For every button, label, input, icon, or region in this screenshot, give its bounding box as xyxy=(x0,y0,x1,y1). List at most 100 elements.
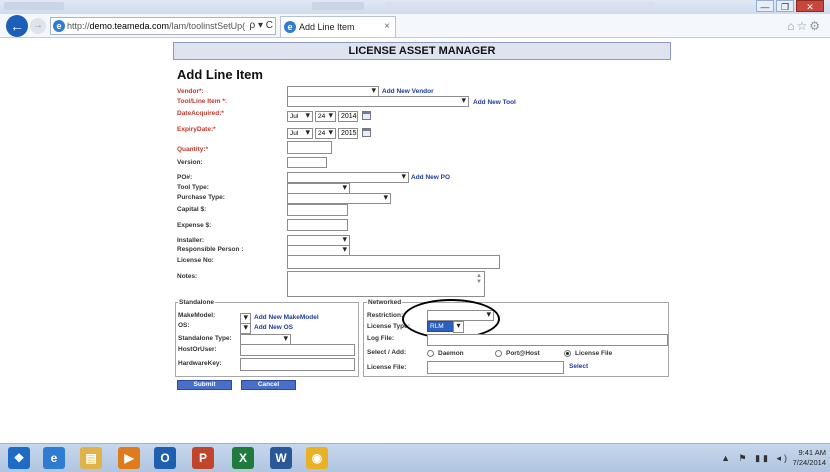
back-button[interactable]: ← xyxy=(6,15,28,37)
expiry-day-select[interactable]: 24 xyxy=(315,128,336,139)
notes-scrollbar[interactable]: ▲ ▼ xyxy=(475,273,483,295)
select-license-file-link[interactable]: Select xyxy=(569,363,588,370)
start-button-taskbar-icon[interactable]: ❖ xyxy=(8,447,30,469)
installer-label: Installer: xyxy=(177,237,205,244)
version-label: Version: xyxy=(177,159,203,166)
radio-license-file[interactable] xyxy=(564,350,571,357)
tool-type-label: Tool Type: xyxy=(177,184,209,191)
clock-date: 7/24/2014 xyxy=(792,458,826,467)
date-acquired-label: DateAcquired:* xyxy=(177,110,224,117)
highlight-annotation xyxy=(402,299,500,339)
capital-label: Capital $: xyxy=(177,206,207,213)
quantity-input[interactable] xyxy=(287,141,332,154)
add-tool-link[interactable]: Add New Tool xyxy=(473,99,516,106)
radio-port-host[interactable] xyxy=(495,350,502,357)
browser-tools-icons[interactable]: ⌂☆⚙ xyxy=(787,19,822,33)
explorer-taskbar-icon[interactable]: ▤ xyxy=(80,447,102,469)
os-label: OS: xyxy=(178,322,190,329)
media-player-taskbar-icon[interactable]: ▶ xyxy=(118,447,140,469)
license-asset-manager: LICENSE ASSET MANAGER Add Line Item Vend… xyxy=(173,38,671,390)
ribbon-tab xyxy=(312,2,364,10)
app-header: LICENSE ASSET MANAGER xyxy=(173,42,671,60)
tool-label: Tool/Line Item *: xyxy=(177,98,228,105)
expiry-month-select[interactable]: Jul xyxy=(287,128,313,139)
ie-icon: e xyxy=(284,21,296,33)
license-file-label: License File: xyxy=(367,364,407,371)
add-os-link[interactable]: Add New OS xyxy=(254,324,293,331)
makemodel-label: MakeModel: xyxy=(178,312,216,319)
add-vendor-link[interactable]: Add New Vendor xyxy=(382,88,434,95)
url-prefix: http:// xyxy=(67,21,90,31)
ie-icon: e xyxy=(53,20,65,32)
address-bar[interactable]: e http://demo.teameda.com/lam/toolinstSe… xyxy=(50,17,276,35)
tool-select[interactable] xyxy=(287,96,469,107)
purchase-type-label: Purchase Type: xyxy=(177,194,225,201)
calendar-icon[interactable] xyxy=(362,111,371,120)
acquired-year-input[interactable]: 2014 xyxy=(338,111,358,122)
window-title xyxy=(385,2,655,10)
url-path: /lam/toolinstSetUp( xyxy=(169,21,246,31)
purchase-type-select[interactable] xyxy=(287,193,391,204)
standalone-legend: Standalone xyxy=(178,299,216,306)
po-label: PO#: xyxy=(177,174,193,181)
add-makemodel-link[interactable]: Add New MakeModel xyxy=(254,314,319,321)
responsible-label: Responsible Person : xyxy=(177,246,244,253)
host-or-user-input[interactable] xyxy=(240,344,355,356)
license-file-input[interactable] xyxy=(427,361,564,374)
window-title-bar: — ❐ ✕ xyxy=(0,0,830,14)
add-po-link[interactable]: Add New PO xyxy=(411,174,450,181)
address-controls[interactable]: ρ ▾ C xyxy=(247,18,273,34)
license-no-input[interactable] xyxy=(287,255,500,269)
select-add-label: Select / Add: xyxy=(367,349,407,356)
networked-legend: Networked xyxy=(367,299,403,306)
notes-textarea[interactable]: ▲ ▼ xyxy=(287,271,485,297)
log-file-input[interactable] xyxy=(427,334,668,346)
submit-button[interactable]: Submit xyxy=(177,380,232,390)
notes-label: Notes: xyxy=(177,273,198,280)
radio-daemon[interactable] xyxy=(427,350,434,357)
standalone-type-label: Standalone Type: xyxy=(178,335,232,342)
url-host: demo.teameda.com xyxy=(89,21,170,31)
host-or-user-label: HostOrUser: xyxy=(178,346,217,353)
log-file-label: Log File: xyxy=(367,335,395,342)
excel-taskbar-icon[interactable]: X xyxy=(232,447,254,469)
radio-port-host-label: Port@Host xyxy=(506,350,540,357)
browser-toolbar: ← → e http://demo.teameda.com/lam/toolin… xyxy=(0,14,830,38)
forward-button[interactable]: → xyxy=(30,18,46,34)
acquired-month-select[interactable]: Jul xyxy=(287,111,313,122)
minimize-button[interactable]: — xyxy=(756,0,774,12)
chrome-taskbar-icon[interactable]: ◉ xyxy=(306,447,328,469)
expiry-year-input[interactable]: 2015 xyxy=(338,128,358,139)
hardware-key-input[interactable] xyxy=(240,358,355,371)
expense-input[interactable] xyxy=(287,219,348,231)
taskbar: ❖ e ▤ ▶ O P X W ◉ ▲ ⚑ ▮▮ ◂) 9:41 AM 7/24/2014 xyxy=(0,443,830,472)
cancel-button[interactable]: Cancel xyxy=(241,380,296,390)
powerpoint-taskbar-icon[interactable]: P xyxy=(192,447,214,469)
tab-add-line-item[interactable]: e Add Line Item × xyxy=(280,16,396,37)
word-taskbar-icon[interactable]: W xyxy=(270,447,292,469)
page-title: Add Line Item xyxy=(177,67,263,82)
version-input[interactable] xyxy=(287,157,327,168)
capital-input[interactable] xyxy=(287,204,348,216)
outlook-taskbar-icon[interactable]: O xyxy=(154,447,176,469)
acquired-day-select[interactable]: 24 xyxy=(315,111,336,122)
hardware-key-label: HardwareKey: xyxy=(178,360,222,367)
clock[interactable]: 9:41 AM 7/24/2014 xyxy=(793,448,826,468)
calendar-icon[interactable] xyxy=(362,128,371,137)
maximize-button[interactable]: ❐ xyxy=(776,0,794,12)
radio-license-file-label: License File xyxy=(575,350,613,357)
radio-daemon-label: Daemon xyxy=(438,350,464,357)
tab-title: Add Line Item xyxy=(299,22,355,32)
expense-label: Expense $: xyxy=(177,222,212,229)
close-tab-icon[interactable]: × xyxy=(384,17,390,37)
close-window-button[interactable]: ✕ xyxy=(796,0,824,12)
os-select[interactable] xyxy=(240,323,251,334)
restriction-label: Restriction: xyxy=(367,312,404,319)
po-select[interactable] xyxy=(287,172,409,183)
license-no-label: License No: xyxy=(177,257,214,264)
system-tray[interactable]: ▲ ⚑ ▮▮ ◂) xyxy=(721,453,790,464)
quick-access-toolbar xyxy=(4,2,64,10)
ie-taskbar-icon[interactable]: e xyxy=(43,447,65,469)
expiry-label: ExpiryDate:* xyxy=(177,126,216,133)
clock-time: 9:41 AM xyxy=(798,448,826,457)
